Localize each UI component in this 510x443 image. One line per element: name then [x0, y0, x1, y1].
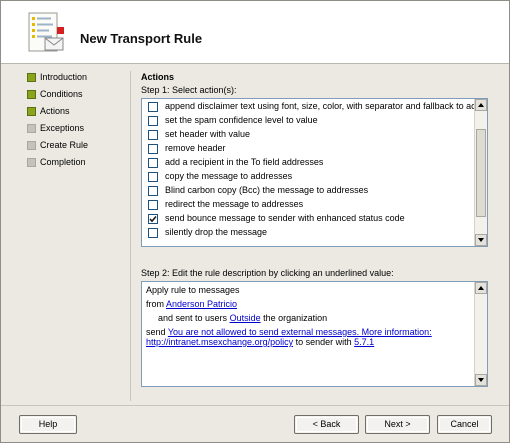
- action-label: set the spam confidence level to value: [165, 115, 318, 125]
- scroll-up-button[interactable]: [475, 282, 487, 294]
- rule-description: Apply rule to messages from Anderson Pat…: [141, 281, 488, 387]
- arrow-down-icon: [478, 378, 484, 382]
- help-button-label: Help: [38, 419, 58, 429]
- scroll-down-button[interactable]: [475, 234, 487, 246]
- checkbox[interactable]: [148, 102, 158, 112]
- divider: [130, 71, 131, 401]
- arrow-up-icon: [478, 103, 484, 107]
- checkbox[interactable]: [148, 130, 158, 140]
- desc-line-from: from Anderson Patricio: [146, 299, 237, 309]
- action-label: redirect the message to addresses: [165, 199, 304, 209]
- scope-link[interactable]: Outside: [230, 313, 261, 323]
- action-item-copy-message[interactable]: copy the message to addresses: [146, 171, 476, 184]
- step-label: Completion: [40, 157, 86, 167]
- action-item-append-disclaimer[interactable]: append disclaimer text using font, size,…: [146, 101, 487, 114]
- scroll-thumb[interactable]: [476, 129, 486, 217]
- action-label: send bounce message to sender with enhan…: [165, 213, 405, 223]
- arrow-up-icon: [478, 286, 484, 290]
- actions-list[interactable]: append disclaimer text using font, size,…: [141, 98, 488, 247]
- checkbox-checked[interactable]: [148, 214, 158, 224]
- desc-line-send: send You are not allowed to send externa…: [146, 327, 432, 337]
- action-item-send-bounce[interactable]: send bounce message to sender with enhan…: [146, 213, 476, 226]
- checkmark-icon: [149, 215, 157, 223]
- action-label: Blind carbon copy (Bcc) the message to a…: [165, 185, 369, 195]
- checkbox[interactable]: [148, 200, 158, 210]
- step-label: Introduction: [40, 72, 88, 82]
- action-item-silently-drop[interactable]: silently drop the message: [146, 227, 476, 240]
- action-label: silently drop the message: [165, 227, 268, 237]
- status-code-link[interactable]: 5.7.1: [354, 337, 374, 347]
- step-pending-icon: [27, 124, 36, 133]
- transport-rule-icon: [28, 12, 64, 52]
- checkbox[interactable]: [148, 228, 158, 238]
- desc-line-sent-to: and sent to users Outside the organizati…: [158, 313, 327, 323]
- scroll-down-button[interactable]: [475, 374, 487, 386]
- action-item-add-recipient[interactable]: add a recipient in the To field addresse…: [146, 157, 476, 170]
- action-item-set-spam-level[interactable]: set the spam confidence level to value: [146, 115, 476, 128]
- bounce-message-link-url[interactable]: http://intranet.msexchange.org/policy: [146, 337, 293, 347]
- action-label: add a recipient in the To field addresse…: [165, 157, 324, 167]
- back-button-label: < Back: [312, 419, 341, 429]
- step-complete-icon: [27, 73, 36, 82]
- action-item-set-header[interactable]: set header with value: [146, 129, 476, 142]
- action-label: copy the message to addresses: [165, 171, 293, 181]
- wizard-header: New Transport Rule: [1, 1, 509, 64]
- wizard-window: New Transport Rule Introduction Conditio…: [0, 0, 510, 443]
- step-label: Exceptions: [40, 123, 85, 133]
- back-button[interactable]: < Back: [294, 415, 359, 434]
- action-label: set header with value: [165, 129, 251, 139]
- desc-line-send-cont: http://intranet.msexchange.org/policy to…: [146, 337, 374, 347]
- step2-label: Step 2: Edit the rule description by cli…: [141, 268, 394, 278]
- cancel-button[interactable]: Cancel: [437, 415, 492, 434]
- desc-text: and sent to users: [158, 313, 228, 323]
- scroll-up-button[interactable]: [475, 99, 487, 111]
- step-complete-icon: [27, 107, 36, 116]
- checkbox[interactable]: [148, 186, 158, 196]
- step-pending-icon: [27, 141, 36, 150]
- desc-line-apply: Apply rule to messages: [146, 285, 240, 295]
- checkbox[interactable]: [148, 158, 158, 168]
- action-label: remove header: [165, 143, 226, 153]
- action-item-redirect[interactable]: redirect the message to addresses: [146, 199, 476, 212]
- next-button[interactable]: Next >: [365, 415, 430, 434]
- action-item-bcc[interactable]: Blind carbon copy (Bcc) the message to a…: [146, 185, 476, 198]
- step-label: Conditions: [40, 89, 83, 99]
- footer-divider: [1, 405, 509, 406]
- desc-text: the organization: [263, 313, 328, 323]
- step-pending-icon: [27, 158, 36, 167]
- checkbox[interactable]: [148, 172, 158, 182]
- actions-scrollbar[interactable]: [474, 99, 487, 246]
- desc-text: from: [146, 299, 164, 309]
- desc-text: to sender with: [295, 337, 352, 347]
- help-button[interactable]: Help: [19, 415, 77, 434]
- arrow-down-icon: [478, 238, 484, 242]
- checkbox[interactable]: [148, 144, 158, 154]
- description-scrollbar[interactable]: [474, 282, 487, 386]
- desc-text: send: [146, 327, 166, 337]
- action-item-remove-header[interactable]: remove header: [146, 143, 476, 156]
- bounce-message-link[interactable]: You are not allowed to send external mes…: [168, 327, 432, 337]
- cancel-button-label: Cancel: [450, 419, 479, 429]
- step-complete-icon: [27, 90, 36, 99]
- step1-label: Step 1: Select action(s):: [141, 85, 237, 95]
- step-label: Actions: [40, 106, 70, 116]
- step-label: Create Rule: [40, 140, 89, 150]
- action-label: append disclaimer text using font, size,…: [165, 101, 488, 111]
- checkbox[interactable]: [148, 116, 158, 126]
- section-title: Actions: [141, 72, 175, 82]
- next-button-label: Next >: [384, 419, 411, 429]
- wizard-title: New Transport Rule: [80, 31, 203, 46]
- from-user-link[interactable]: Anderson Patricio: [166, 299, 237, 309]
